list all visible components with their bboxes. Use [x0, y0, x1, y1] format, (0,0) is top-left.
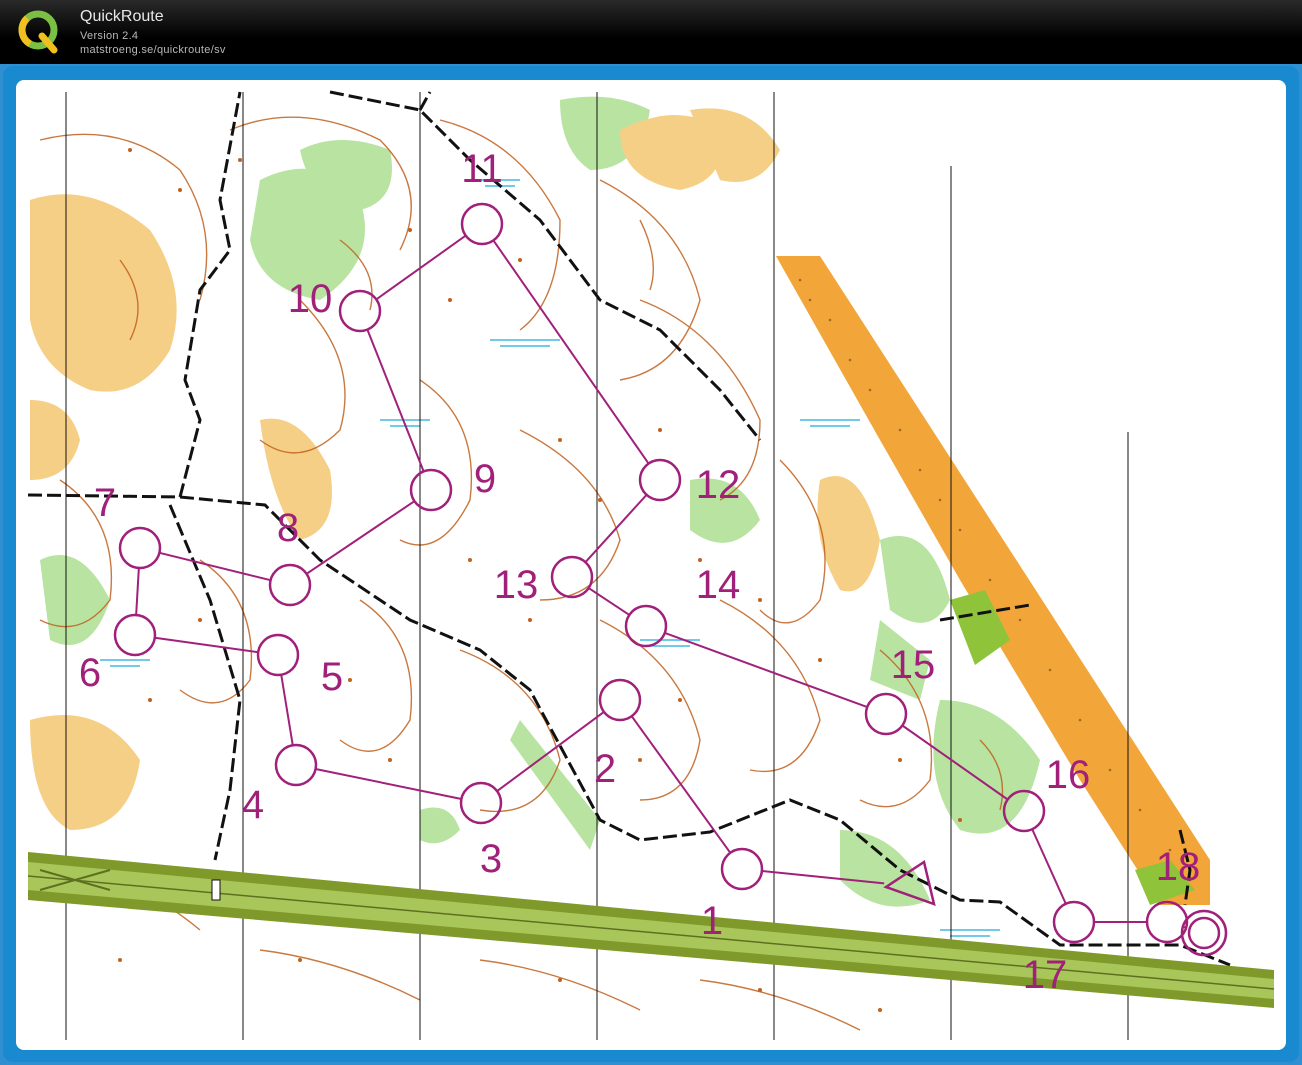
control-number-1: 1 [701, 899, 723, 943]
control-number-8: 8 [277, 506, 299, 550]
app-url: matstroeng.se/quickroute/sv [80, 44, 226, 56]
control-number-14: 14 [696, 563, 741, 607]
control-number-11: 11 [461, 147, 503, 191]
control-number-16: 16 [1046, 753, 1091, 797]
app-version: Version 2.4 [80, 30, 139, 42]
control-number-10: 10 [288, 277, 333, 321]
control-number-15: 15 [891, 643, 936, 687]
control-number-12: 12 [696, 463, 741, 507]
app-title: QuickRoute [80, 8, 164, 25]
control-number-4: 4 [242, 783, 264, 827]
control-number-13: 13 [494, 563, 539, 607]
quickroute-logo-icon [18, 10, 58, 54]
control-number-2: 2 [594, 747, 616, 791]
orienteering-map[interactable]: 12345678910111213 1415161718 [16, 80, 1286, 1050]
control-number-9: 9 [474, 457, 496, 501]
control-number-7: 7 [94, 481, 116, 525]
control-number-18: 18 [1156, 845, 1201, 889]
map-panel[interactable]: 1 2 3 4 5 6 7 8 9 10 11 12 13 14 15 16 17 18 [16, 80, 1286, 1050]
control-number-6: 6 [79, 651, 101, 695]
control-number-3: 3 [480, 837, 502, 881]
title-bar: QuickRoute Version 2.4 matstroeng.se/qui… [0, 0, 1302, 64]
control-number-5: 5 [321, 655, 343, 699]
control-number-17: 17 [1023, 953, 1068, 997]
